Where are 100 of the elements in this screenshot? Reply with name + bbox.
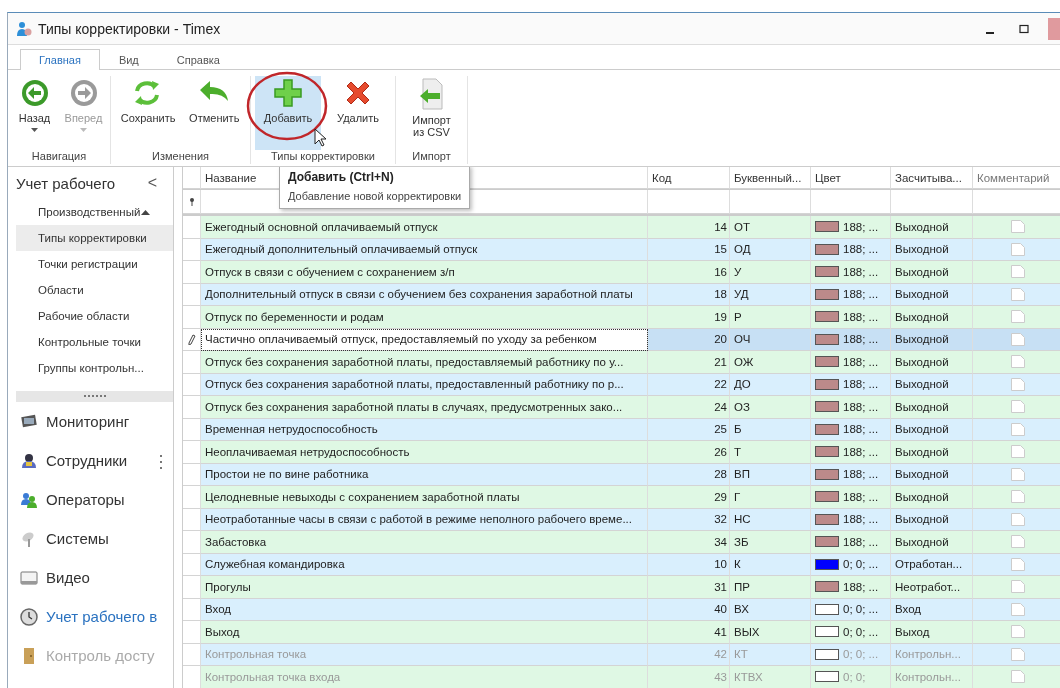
table-cell: 0; 0; — [843, 670, 866, 683]
table-cell: Выходной — [891, 306, 973, 329]
module-nav-item[interactable]: Системы — [8, 519, 173, 558]
table-cell: Прогулы — [201, 576, 648, 599]
table-cell: ВХ — [730, 598, 811, 621]
ribbon-tab[interactable]: Главная — [20, 49, 100, 70]
table-cell: ОТ — [730, 216, 811, 239]
table-cell: ВП — [730, 463, 811, 486]
ribbon-button[interactable]: Сохранить — [115, 76, 179, 150]
table-cell: 28 — [648, 463, 730, 486]
filter-field[interactable] — [891, 190, 973, 214]
filter-field[interactable] — [730, 190, 811, 214]
table-cell: 188; ... — [843, 310, 879, 323]
table-cell: ПР — [730, 576, 811, 599]
table-cell: 188; ... — [843, 535, 879, 548]
sidebar-item[interactable]: Производственный — [16, 199, 173, 225]
comment-icon — [1010, 535, 1025, 549]
column-header[interactable]: Засчитыва... — [891, 167, 973, 189]
table-cell: Отпуск в связи с обучением с сохранением з/п — [201, 261, 648, 284]
column-header[interactable]: Код — [648, 167, 730, 189]
table-cell: Выходной — [891, 216, 973, 239]
table-cell: Ежегодный основной оплачиваемый отпуск — [201, 216, 648, 239]
sidebar-item[interactable]: Группы контрольн... — [16, 355, 173, 381]
column-header[interactable]: Цвет — [811, 167, 891, 189]
table-cell: 18 — [648, 283, 730, 306]
splitter-bar[interactable] — [16, 391, 173, 402]
sidebar-item[interactable]: Рабочие области — [16, 303, 173, 329]
comment-icon — [1010, 670, 1025, 684]
table-cell: 188; ... — [843, 468, 879, 481]
comment-icon — [1010, 512, 1025, 526]
close-button[interactable] — [1048, 17, 1060, 40]
comment-icon — [1010, 602, 1025, 616]
table-cell: 29 — [648, 486, 730, 509]
table-cell: Выходной — [891, 351, 973, 374]
ribbon-button[interactable]: Добавить — [255, 76, 321, 150]
sidebar-title: Учет рабочего — [16, 174, 116, 192]
comment-icon — [1010, 557, 1025, 571]
table-cell: Выходной — [891, 238, 973, 261]
ribbon-group-label: Импорт — [412, 150, 451, 164]
module-nav-item[interactable]: Учет рабочего в — [8, 597, 173, 636]
ribbon-button[interactable]: Удалить — [325, 76, 391, 150]
table-cell: 26 — [648, 441, 730, 464]
filter-field[interactable] — [811, 190, 891, 214]
table-cell: Выходной — [891, 328, 973, 351]
ribbon-button[interactable]: Назад — [12, 76, 57, 150]
column-header[interactable]: Буквенный... — [730, 167, 811, 189]
table-cell: Вход — [201, 598, 648, 621]
user-icon — [16, 20, 32, 37]
ribbon-tab[interactable]: Вид — [99, 49, 158, 70]
table-cell: ОЧ — [730, 328, 811, 351]
clock-icon — [20, 607, 38, 626]
ribbon-group-label: Навигация — [31, 150, 87, 164]
module-nav-item[interactable]: Сотрудники — [8, 441, 173, 480]
row-indicator[interactable] — [183, 328, 201, 351]
table-cell: 31 — [648, 576, 730, 599]
table-cell: Контрольная точка — [201, 643, 648, 666]
ribbon-button[interactable]: Отменить — [182, 76, 246, 150]
table-cell: Выходной — [891, 463, 973, 486]
table-cell: Отпуск без сохранения заработной платы в случаях, предусмотренных зако... — [201, 396, 648, 419]
table-cell: Выход — [201, 621, 648, 644]
comment-icon — [1010, 377, 1025, 391]
collapse-button[interactable]: < — [143, 174, 161, 192]
table-cell: ЗБ — [730, 531, 811, 554]
sidebar-item[interactable]: Контрольные точки — [16, 329, 173, 355]
table-cell: ОЗ — [730, 396, 811, 419]
module-nav-item[interactable]: Операторы — [8, 480, 173, 519]
plus-icon — [273, 78, 303, 108]
table-cell: Выходной — [891, 441, 973, 464]
comment-icon — [1010, 625, 1025, 639]
sidebar-item[interactable]: Точки регистрации — [16, 251, 173, 277]
table-cell: 10 — [648, 553, 730, 576]
ribbon-tab[interactable]: Справка — [157, 49, 239, 70]
table-cell: 0; 0; ... — [843, 603, 879, 616]
table-cell: 188; ... — [843, 333, 879, 346]
sidebar-item[interactable]: Типы корректировки — [16, 225, 173, 251]
table-cell: 188; ... — [843, 513, 879, 526]
import-button[interactable]: Импорт из CSV — [400, 76, 463, 150]
sidebar-item[interactable]: Области — [16, 277, 173, 303]
people-icon — [20, 451, 38, 470]
ribbon-group-label: Типы корректировки — [271, 150, 375, 164]
table-cell: Ежегодный дополнительный оплачиваемый отпуск — [201, 238, 648, 261]
table-cell: 188; ... — [843, 220, 879, 233]
comment-icon — [1010, 287, 1025, 301]
table-cell: 41 — [648, 621, 730, 644]
table-cell: КТВХ — [730, 666, 811, 688]
table-cell: Выходной — [891, 396, 973, 419]
module-nav-item[interactable]: Мониторинг — [8, 402, 173, 441]
table-cell: 15 — [648, 238, 730, 261]
table-cell: 0; 0; ... — [843, 625, 879, 638]
table-cell: Временная нетрудоспособность — [201, 418, 648, 441]
caret-icon — [80, 128, 87, 132]
table-cell: Г — [730, 486, 811, 509]
table-cell: 188; ... — [843, 400, 879, 413]
table-cell: 188; ... — [843, 243, 879, 256]
table-cell: 188; ... — [843, 423, 879, 436]
filter-field[interactable] — [648, 190, 730, 214]
table-cell: Отпуск без сохранения заработной платы, предоставляемый работнику по у... — [201, 351, 648, 374]
module-nav-item[interactable]: Видео — [8, 558, 173, 597]
comment-icon — [1010, 242, 1025, 256]
table-cell: Простои не по вине работника — [201, 463, 648, 486]
